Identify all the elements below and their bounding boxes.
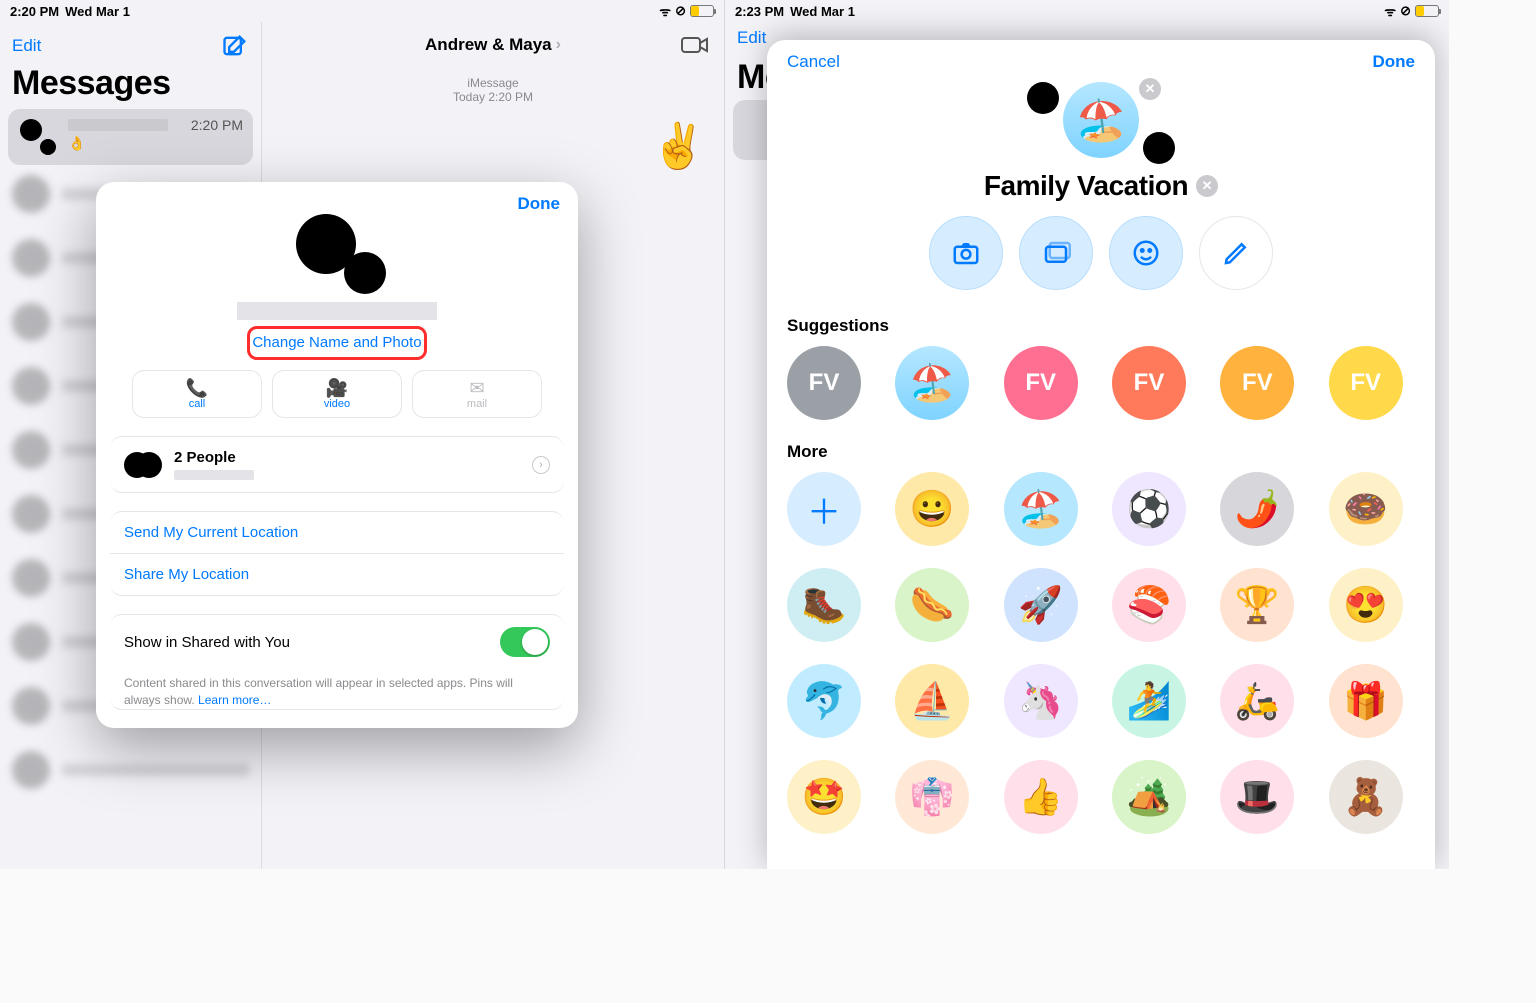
more-item[interactable]: 🐬: [787, 664, 861, 738]
facetime-button[interactable]: [680, 34, 710, 56]
group-photo-preview: 🏖️ ✕: [1001, 78, 1201, 168]
more-item[interactable]: 👘: [895, 760, 969, 834]
mail-button: ✉︎mail: [412, 370, 542, 418]
cancel-button[interactable]: Cancel: [787, 52, 840, 72]
status-time: 2:23 PM: [735, 4, 784, 19]
clear-name-button[interactable]: ✕: [1196, 175, 1218, 197]
suggestion-item[interactable]: 🏖️: [895, 346, 969, 420]
group-name-placeholder: [237, 302, 437, 320]
people-avatars-icon: [124, 450, 164, 480]
battery-icon: [1415, 5, 1439, 17]
edit-button[interactable]: Edit: [737, 28, 766, 48]
change-name-photo-highlight: Change Name and Photo: [247, 326, 427, 360]
status-date: Wed Mar 1: [790, 4, 855, 19]
right-device: 2:23 PM Wed Mar 1 ᯤ ⊘ Edit Messages ✌️ C…: [724, 0, 1449, 869]
more-item[interactable]: 🍣: [1112, 568, 1186, 642]
group-details-modal: Done Change Name and Photo 📞call 🎥video …: [96, 182, 578, 728]
status-time: 2:20 PM: [10, 4, 59, 19]
wifi-icon: ᯤ: [659, 2, 671, 20]
more-item[interactable]: 🚀: [1004, 568, 1078, 642]
more-grid: ＋ 😀 🏖️ ⚽ 🌶️ 🍩 🥾 🌭 🚀 🍣 🏆 😍 🐬 ⛵ 🦄 🏄 🛵 🎁 🤩 👘 👍 🏕️ 🎩 🧸: [787, 472, 1415, 834]
shared-with-you-row: Show in Shared with You: [110, 615, 564, 669]
orientation-lock-icon: ⊘: [1400, 3, 1411, 19]
status-bar: 2:20 PM Wed Mar 1 ᯤ ⊘: [0, 0, 724, 22]
more-item[interactable]: 🥾: [787, 568, 861, 642]
send-location-button[interactable]: Send My Current Location: [110, 512, 564, 553]
suggestion-item[interactable]: FV: [1329, 346, 1403, 420]
remove-photo-button[interactable]: ✕: [1139, 78, 1161, 100]
conversation-name: [68, 119, 168, 131]
suggestions-heading: Suggestions: [787, 316, 1415, 336]
more-item[interactable]: 🏕️: [1112, 760, 1186, 834]
conversation-preview: 👌: [68, 135, 243, 152]
group-avatar-large: [282, 214, 392, 294]
group-avatar-icon: [18, 117, 58, 157]
more-item[interactable]: 🦄: [1004, 664, 1078, 738]
conversation-time: 2:20 PM: [191, 117, 243, 133]
name-photo-sheet: Cancel Done 🏖️ ✕ Family Vacation ✕ Sugge…: [767, 40, 1435, 869]
suggestion-item[interactable]: FV: [1220, 346, 1294, 420]
more-item[interactable]: 🤩: [787, 760, 861, 834]
more-heading: More: [787, 442, 1415, 462]
done-button[interactable]: Done: [1373, 52, 1416, 72]
more-item[interactable]: 🏆: [1220, 568, 1294, 642]
camera-button[interactable]: [929, 216, 1003, 290]
more-item[interactable]: 🎁: [1329, 664, 1403, 738]
people-row[interactable]: 2 People ›: [110, 437, 564, 492]
status-bar: 2:23 PM Wed Mar 1 ᯤ ⊘: [725, 0, 1449, 22]
more-item[interactable]: 👍: [1004, 760, 1078, 834]
phone-icon: 📞: [186, 379, 208, 397]
add-more-button[interactable]: ＋: [787, 472, 861, 546]
messages-title: Messages: [0, 60, 261, 109]
more-item[interactable]: 😀: [895, 472, 969, 546]
more-item[interactable]: 🍩: [1329, 472, 1403, 546]
suggestion-item[interactable]: FV: [1004, 346, 1078, 420]
wifi-icon: ᯤ: [1384, 2, 1396, 20]
chat-title[interactable]: Andrew & Maya ›: [425, 35, 561, 55]
more-item[interactable]: 🌭: [895, 568, 969, 642]
more-item[interactable]: 🌶️: [1220, 472, 1294, 546]
orientation-lock-icon: ⊘: [675, 3, 686, 19]
mail-icon: ✉︎: [469, 379, 484, 397]
more-item[interactable]: 🏄: [1112, 664, 1186, 738]
more-item[interactable]: 🎩: [1220, 760, 1294, 834]
more-item[interactable]: 🛵: [1220, 664, 1294, 738]
conversation-row-selected[interactable]: 2:20 PM 👌: [8, 109, 253, 165]
learn-more-link[interactable]: Learn more…: [198, 693, 271, 707]
status-date: Wed Mar 1: [65, 4, 130, 19]
change-name-photo-button[interactable]: Change Name and Photo: [252, 334, 421, 351]
shared-footnote: Content shared in this conversation will…: [110, 669, 564, 709]
suggestion-item[interactable]: FV: [787, 346, 861, 420]
photos-button[interactable]: [1019, 216, 1093, 290]
edit-button[interactable]: Edit: [12, 36, 41, 56]
chevron-right-icon: ›: [532, 456, 550, 474]
chat-meta: iMessage Today 2:20 PM: [262, 76, 724, 104]
emoji-button[interactable]: [1109, 216, 1183, 290]
done-button[interactable]: Done: [518, 194, 561, 214]
suggestion-item[interactable]: FV: [1112, 346, 1186, 420]
call-button[interactable]: 📞call: [132, 370, 262, 418]
people-count: 2 People: [174, 449, 254, 466]
more-item[interactable]: ⚽: [1112, 472, 1186, 546]
share-location-button[interactable]: Share My Location: [110, 553, 564, 595]
group-name-field[interactable]: Family Vacation: [984, 170, 1188, 202]
more-item[interactable]: 🧸: [1329, 760, 1403, 834]
reaction-emoji: ✌️: [651, 120, 706, 172]
left-device: 2:20 PM Wed Mar 1 ᯤ ⊘ Edit Messages 2:20…: [0, 0, 724, 869]
video-icon: 🎥: [326, 379, 348, 397]
more-item[interactable]: ⛵: [895, 664, 969, 738]
chevron-right-icon: ›: [556, 36, 561, 54]
more-item[interactable]: 🏖️: [1004, 472, 1078, 546]
shared-with-you-toggle[interactable]: [500, 627, 550, 657]
video-button[interactable]: 🎥video: [272, 370, 402, 418]
people-subtext: [174, 470, 254, 480]
pencil-button[interactable]: [1199, 216, 1273, 290]
battery-icon: [690, 5, 714, 17]
compose-button[interactable]: [221, 32, 249, 60]
suggestions-grid: FV 🏖️ FV FV FV FV: [787, 346, 1415, 420]
group-photo-icon: 🏖️: [1063, 82, 1139, 158]
more-item[interactable]: 😍: [1329, 568, 1403, 642]
